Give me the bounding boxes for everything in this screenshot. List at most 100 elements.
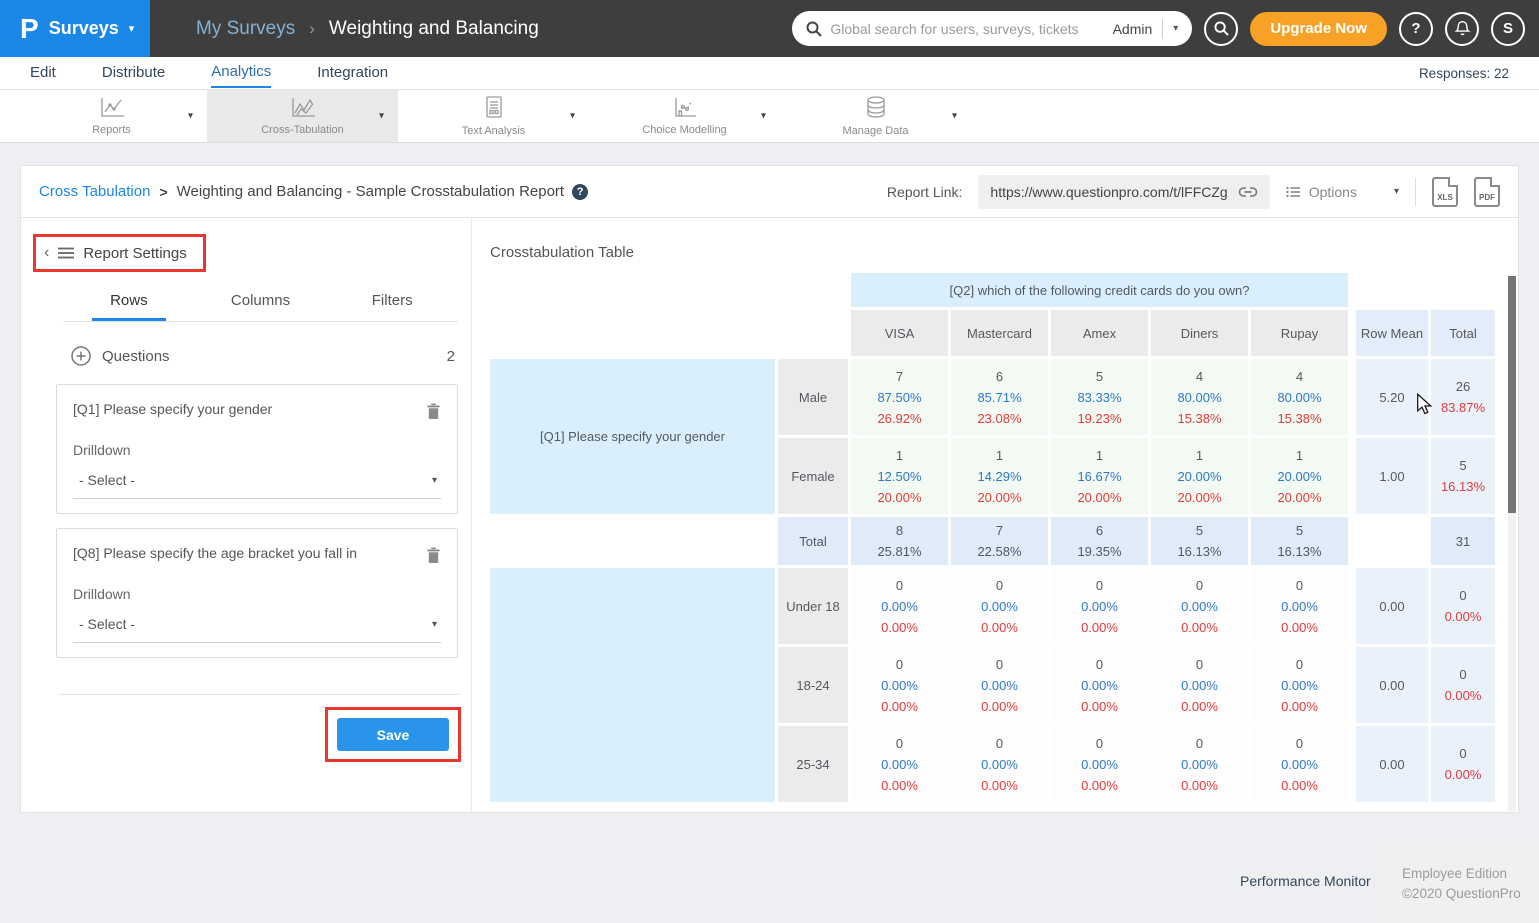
ct-data-cell: 722.58% (951, 517, 1048, 565)
ct-spacer (1351, 647, 1353, 723)
chevron-down-icon[interactable]: ▾ (952, 111, 957, 122)
drilldown-select[interactable]: - Select - ▾ (73, 616, 441, 643)
tab-analytics[interactable]: Analytics (211, 58, 271, 88)
ct-total-cell: 2683.87% (1431, 359, 1495, 435)
ct-data-cell: 583.33%19.23% (1051, 359, 1148, 435)
ct-row-label: Female (778, 438, 848, 514)
ct-data-cell: 00.00%0.00% (851, 568, 948, 644)
upgrade-now-button[interactable]: Upgrade Now (1250, 12, 1387, 46)
toolbar-item-label: Manage Data (842, 125, 908, 137)
chevron-left-icon: ‹ (44, 244, 49, 262)
scrollbar-thumb[interactable] (1508, 276, 1516, 513)
ct-data-cell: 480.00%15.38% (1251, 359, 1348, 435)
tab-filters[interactable]: Filters (326, 292, 458, 321)
ct-data-cell: 00.00%0.00% (951, 726, 1048, 802)
tab-integration[interactable]: Integration (317, 59, 388, 87)
select-value: - Select - (79, 472, 432, 488)
breadcrumb-cross-tabulation[interactable]: Cross Tabulation (39, 183, 150, 200)
ct-data-cell: 120.00%20.00% (1151, 438, 1248, 514)
line-chart-icon (98, 96, 126, 120)
report-title: Weighting and Balancing - Sample Crossta… (177, 183, 564, 200)
tab-edit[interactable]: Edit (30, 59, 56, 87)
chevron-down-icon[interactable]: ▾ (761, 111, 766, 122)
question-title: [Q8] Please specify the age bracket you … (73, 545, 426, 561)
chevron-down-icon[interactable]: ▾ (188, 111, 193, 122)
copyright-label: ©2020 QuestionPro (1402, 884, 1539, 904)
ct-spacer (1351, 359, 1353, 435)
topbar: P Surveys ▾ My Surveys › Weighting and B… (0, 0, 1539, 57)
chevron-down-icon: ▾ (1394, 186, 1399, 197)
breadcrumb-separator: > (159, 184, 167, 200)
product-label: Surveys (49, 18, 119, 39)
search-input[interactable] (830, 21, 1104, 37)
ct-total-cell: 00.00% (1431, 568, 1495, 644)
delete-icon[interactable] (426, 403, 441, 420)
toolbar-item-cross-tabulation[interactable]: Cross-Tabulation ▾ (207, 90, 398, 142)
notifications-button[interactable] (1445, 12, 1479, 46)
chevron-down-icon[interactable]: ▾ (379, 111, 384, 122)
link-icon[interactable] (1238, 186, 1258, 198)
ct-column-header: Amex (1051, 310, 1148, 356)
options-dropdown[interactable]: Options ▾ (1286, 184, 1399, 200)
ct-group-label (490, 568, 775, 802)
ct-row-mean-cell: 0.00 (1356, 726, 1428, 802)
save-button[interactable]: Save (337, 718, 449, 751)
chevron-down-icon: ▾ (432, 475, 437, 486)
ct-data-cell: 00.00%0.00% (1251, 568, 1348, 644)
ct-data-cell: 685.71%23.08% (951, 359, 1048, 435)
options-label: Options (1309, 184, 1357, 200)
ct-data-cell: 619.35% (1051, 517, 1148, 565)
chevron-down-icon: ▾ (432, 619, 437, 630)
chevron-down-icon[interactable]: ▾ (570, 111, 575, 122)
ct-data-cell: 00.00%0.00% (951, 568, 1048, 644)
crosstab-heading: Crosstabulation Table (490, 244, 1518, 261)
avatar[interactable]: S (1491, 12, 1525, 46)
report-settings-button[interactable]: ‹ Report Settings (36, 237, 203, 269)
ct-data-cell: 00.00%0.00% (851, 726, 948, 802)
breadcrumb-separator: › (309, 19, 315, 39)
ct-blank (1356, 517, 1428, 565)
ct-spacer (1351, 273, 1353, 307)
report-card: Cross Tabulation > Weighting and Balanci… (20, 165, 1519, 813)
help-button[interactable]: ? (1399, 12, 1433, 46)
ct-total-cell: 00.00% (1431, 647, 1495, 723)
questions-label: Questions (102, 348, 170, 365)
ct-blank (1431, 273, 1495, 307)
ct-data-cell: 00.00%0.00% (1151, 647, 1248, 723)
search-scope-dropdown[interactable]: Admin ▾ (1113, 19, 1179, 39)
ct-group-label: [Q1] Please specify your gender (490, 359, 775, 514)
bell-icon (1454, 20, 1471, 37)
tab-distribute[interactable]: Distribute (102, 59, 165, 87)
tab-rows[interactable]: Rows (63, 292, 195, 321)
chevron-down-icon: ▾ (129, 22, 135, 35)
toolbar-item-text-analysis[interactable]: Text Analysis ▾ (398, 90, 589, 142)
global-search: Admin ▾ (792, 11, 1192, 46)
add-question-icon[interactable] (71, 346, 91, 366)
ct-corner (490, 310, 848, 356)
ct-data-cell: 00.00%0.00% (951, 647, 1048, 723)
breadcrumb-my-surveys[interactable]: My Surveys (196, 18, 295, 40)
drilldown-select[interactable]: - Select - ▾ (73, 472, 441, 499)
export-pdf-button[interactable]: PDF (1474, 177, 1500, 207)
performance-monitor-link[interactable]: Performance Monitor (1240, 873, 1371, 889)
vertical-scrollbar[interactable] (1508, 276, 1516, 811)
ct-data-cell: 00.00%0.00% (1051, 647, 1148, 723)
toolbar-item-manage-data[interactable]: Manage Data ▾ (780, 90, 971, 142)
delete-icon[interactable] (426, 547, 441, 564)
ct-column-header: Rupay (1251, 310, 1348, 356)
document-icon (483, 95, 505, 121)
search-button[interactable] (1204, 12, 1238, 46)
ct-data-cell: 00.00%0.00% (1151, 726, 1248, 802)
product-switcher[interactable]: P Surveys ▾ (0, 0, 150, 57)
ct-column-header: Diners (1151, 310, 1248, 356)
toolbar-item-choice-modelling[interactable]: Choice Modelling ▾ (589, 90, 780, 142)
report-link-url[interactable]: https://www.questionpro.com/t/lFFCZg (978, 175, 1269, 209)
divider (59, 694, 459, 695)
toolbar-item-label: Choice Modelling (642, 124, 726, 136)
survey-nav: Edit Distribute Analytics Integration Re… (0, 57, 1539, 90)
help-icon[interactable]: ? (572, 184, 588, 200)
toolbar-item-reports[interactable]: Reports ▾ (16, 90, 207, 142)
export-xls-button[interactable]: XLS (1432, 177, 1458, 207)
report-settings-panel: ‹ Report Settings Rows Columns Filters Q… (21, 218, 472, 812)
tab-columns[interactable]: Columns (195, 292, 327, 321)
